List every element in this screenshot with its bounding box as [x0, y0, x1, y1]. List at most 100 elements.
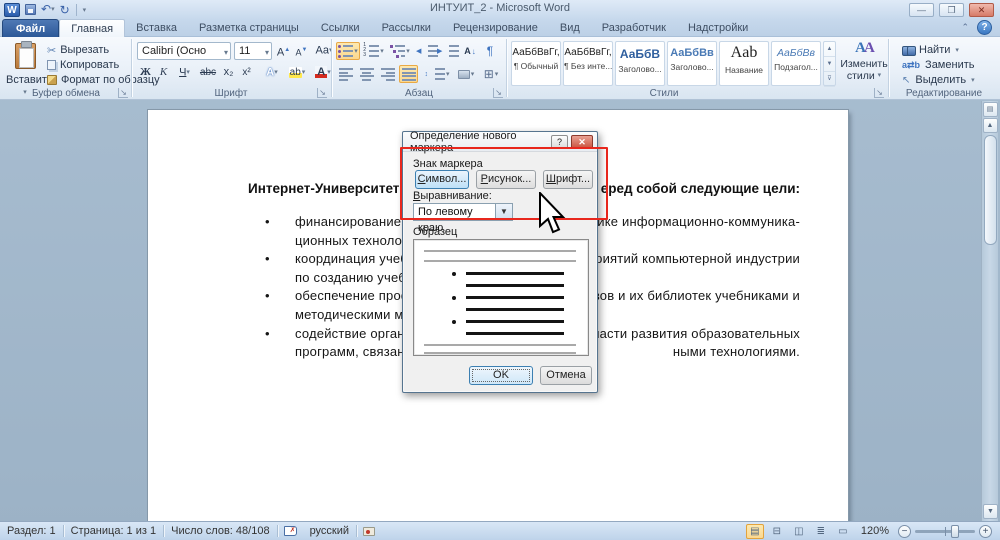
line-spacing-button[interactable]: ↕▾: [424, 65, 450, 83]
bullets-button[interactable]: ▾: [336, 42, 360, 60]
tab-mailings[interactable]: Рассылки: [371, 19, 442, 37]
ok-button[interactable]: OK: [469, 366, 533, 385]
status-page[interactable]: Страница: 1 из 1: [64, 525, 164, 537]
numbering-icon: [364, 45, 379, 57]
editing-group-label: Редактирование: [890, 88, 998, 99]
zoom-out-icon[interactable]: −: [898, 525, 911, 538]
proofing-status-icon[interactable]: [284, 526, 297, 536]
shading-button[interactable]: ▾: [454, 65, 478, 83]
borders-button[interactable]: ⊞▾: [479, 65, 503, 83]
multilevel-list-button[interactable]: ▾: [388, 42, 412, 60]
decrease-indent-button[interactable]: ◀: [416, 42, 436, 60]
ruler-toggle-icon[interactable]: ▤: [983, 102, 998, 117]
multilevel-list-icon: [390, 45, 405, 57]
borders-icon: ⊞: [484, 68, 494, 80]
grow-font-button[interactable]: А▲: [275, 42, 292, 60]
align-left-button[interactable]: [336, 65, 355, 83]
copy-button[interactable]: Копировать: [47, 58, 119, 72]
underline-button[interactable]: Ч▾: [173, 64, 196, 82]
bullet-preview-box: [413, 239, 589, 356]
replace-icon: a⇄b: [902, 60, 920, 71]
tab-developer[interactable]: Разработчик: [591, 19, 677, 37]
find-button[interactable]: Найти▾: [902, 43, 959, 57]
styles-gallery-scroll[interactable]: ▲▼⊽: [823, 41, 836, 86]
status-section[interactable]: Раздел: 1: [0, 525, 63, 537]
scroll-down-icon[interactable]: ▼: [983, 504, 998, 519]
style-normal[interactable]: АаБбВвГг,¶ Обычный: [511, 41, 561, 86]
ribbon: Вставить ▾ ✂ Вырезать Копировать Формат …: [0, 37, 1000, 100]
styles-dialog-launcher-icon[interactable]: ↘: [874, 88, 884, 98]
status-bar: Раздел: 1 Страница: 1 из 1 Число слов: 4…: [0, 521, 1000, 540]
scroll-up-icon[interactable]: ▲: [983, 118, 998, 133]
style-title[interactable]: АabНазвание: [719, 41, 769, 86]
cut-button[interactable]: ✂ Вырезать: [47, 43, 109, 57]
zoom-slider-thumb[interactable]: [951, 525, 959, 538]
copy-icon: [47, 60, 56, 70]
zoom-in-icon[interactable]: +: [979, 525, 992, 538]
numbering-button[interactable]: ▾: [362, 42, 386, 60]
text-effects-button[interactable]: А▾: [261, 64, 283, 82]
font-dialog-launcher-icon[interactable]: ↘: [317, 88, 327, 98]
style-subtitle[interactable]: АаБбВвПодзагол...: [771, 41, 821, 86]
group-editing: Найти▾ a⇄b Заменить ↖ Выделить▾ Редактир…: [890, 37, 998, 100]
replace-button[interactable]: a⇄b Заменить: [902, 58, 974, 72]
sort-button[interactable]: А↓: [460, 42, 480, 60]
justify-button[interactable]: [399, 65, 418, 83]
paragraph-dialog-launcher-icon[interactable]: ↘: [493, 88, 503, 98]
font-name-combo[interactable]: Calibri (Осно: [137, 42, 231, 60]
align-right-button[interactable]: [378, 65, 397, 83]
shrink-font-button[interactable]: А▼: [293, 42, 310, 60]
group-styles: АаБбВвГг,¶ Обычный АаБбВвГг,¶ Без инте..…: [508, 37, 886, 100]
style-heading1[interactable]: АаБбВЗаголово...: [615, 41, 665, 86]
view-outline-icon[interactable]: ≣: [812, 524, 830, 539]
zoom-slider[interactable]: [915, 530, 975, 533]
tab-page-layout[interactable]: Разметка страницы: [188, 19, 310, 37]
zoom-level[interactable]: 120%: [856, 525, 894, 537]
bullets-icon: [338, 45, 353, 57]
status-word-count[interactable]: Число слов: 48/108: [164, 525, 276, 537]
tab-home[interactable]: Главная: [59, 19, 125, 37]
font-size-combo[interactable]: 11: [234, 42, 272, 60]
increase-indent-button[interactable]: ▶: [437, 42, 457, 60]
style-heading2[interactable]: АаБбВвЗаголово...: [667, 41, 717, 86]
help-icon[interactable]: ?: [977, 20, 992, 35]
styles-group-label: Стили: [508, 88, 820, 99]
scrollbar-thumb[interactable]: [984, 135, 997, 245]
highlight-button[interactable]: ab▾: [285, 64, 309, 82]
tab-file[interactable]: Файл: [2, 19, 59, 37]
view-web-layout-icon[interactable]: ◫: [790, 524, 808, 539]
status-language[interactable]: русский: [303, 525, 356, 537]
tab-view[interactable]: Вид: [549, 19, 591, 37]
italic-button[interactable]: К: [155, 64, 172, 82]
group-font: Calibri (Осно 11 А▲ А▼ Аа▾ Ж К Ч▾ abc x₂…: [133, 37, 329, 100]
close-button[interactable]: ✕: [969, 3, 994, 17]
macro-record-icon[interactable]: [363, 527, 375, 536]
tab-review[interactable]: Рецензирование: [442, 19, 549, 37]
view-print-layout-icon[interactable]: ▤: [746, 524, 764, 539]
clipboard-dialog-launcher-icon[interactable]: ↘: [118, 88, 128, 98]
cancel-button[interactable]: Отмена: [540, 366, 592, 385]
show-marks-button[interactable]: ¶: [481, 42, 499, 60]
paragraph-group-label: Абзац: [333, 88, 505, 99]
collapse-ribbon-icon[interactable]: ⌃: [961, 22, 969, 33]
select-button[interactable]: ↖ Выделить▾: [902, 73, 975, 87]
superscript-button[interactable]: x²: [238, 64, 255, 82]
preview-label: Образец: [413, 226, 457, 238]
bold-button[interactable]: Ж: [137, 64, 154, 82]
window-title: ИНТУИТ_2 - Microsoft Word: [0, 2, 1000, 14]
increase-indent-icon: [444, 45, 457, 57]
minimize-button[interactable]: —: [909, 3, 934, 17]
tab-insert[interactable]: Вставка: [125, 19, 188, 37]
align-left-icon: [339, 68, 353, 80]
align-center-button[interactable]: [357, 65, 376, 83]
view-fullscreen-reading-icon[interactable]: ⊟: [768, 524, 786, 539]
tab-addins[interactable]: Надстройки: [677, 19, 759, 37]
scissors-icon: ✂: [47, 44, 56, 57]
vertical-scrollbar[interactable]: ▤ ▲ ▼: [981, 101, 998, 521]
view-draft-icon[interactable]: ▭: [834, 524, 852, 539]
style-no-spacing[interactable]: АаБбВвГг,¶ Без инте...: [563, 41, 613, 86]
tab-references[interactable]: Ссылки: [310, 19, 371, 37]
strikethrough-button[interactable]: abc: [197, 64, 219, 82]
subscript-button[interactable]: x₂: [220, 64, 237, 82]
restore-button[interactable]: ❐: [939, 3, 964, 17]
